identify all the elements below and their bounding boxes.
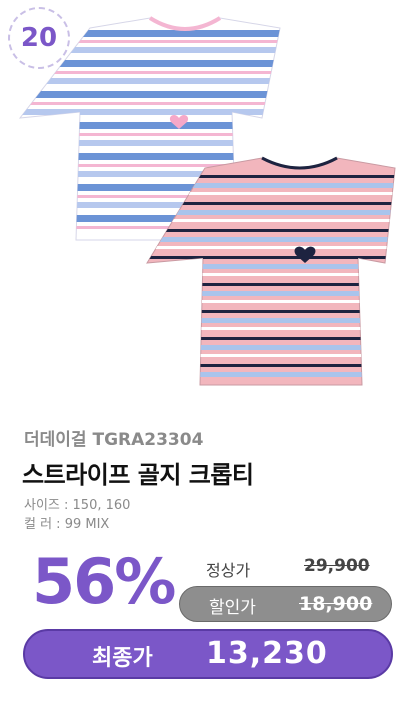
product-card: 20 더데이걸 TGRA23304 스트라이프 골지 크롭티 사이즈 : 150… bbox=[0, 0, 409, 714]
regular-price: 29,900 bbox=[304, 556, 370, 576]
sale-price-label: 할인가 bbox=[209, 598, 256, 618]
sale-price: 18,900 bbox=[299, 593, 373, 615]
discount-rate: 56% bbox=[32, 545, 176, 618]
color-spec: 컬 러 : 99 MIX bbox=[24, 517, 110, 532]
rank-number: 20 bbox=[20, 23, 58, 53]
product-image bbox=[18, 16, 396, 386]
rank-badge: 20 bbox=[8, 7, 70, 69]
product-title[interactable]: 스트라이프 골지 크롭티 bbox=[22, 455, 254, 490]
brand-model: 더데이걸 TGRA23304 bbox=[24, 430, 204, 450]
regular-price-label: 정상가 bbox=[206, 561, 251, 580]
shirt-front bbox=[146, 156, 396, 386]
final-price-label: 최종가 bbox=[92, 646, 153, 671]
final-price: 13,230 bbox=[206, 636, 328, 671]
size-spec: 사이즈 : 150, 160 bbox=[24, 498, 131, 513]
